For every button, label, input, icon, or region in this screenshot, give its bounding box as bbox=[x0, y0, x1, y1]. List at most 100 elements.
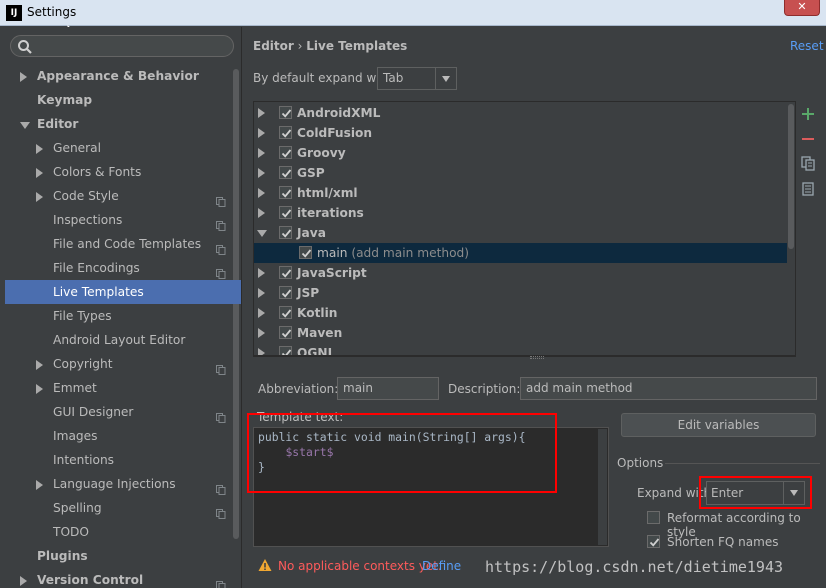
sidebar-item[interactable]: Code Style bbox=[5, 184, 241, 208]
sidebar-item[interactable]: Images bbox=[5, 424, 241, 448]
sidebar-item[interactable]: Appearance & Behavior bbox=[5, 64, 241, 88]
sidebar-item[interactable]: TODO bbox=[5, 520, 241, 544]
expand-arrow-right-icon[interactable] bbox=[36, 360, 43, 370]
default-expand-dropdown-button[interactable] bbox=[435, 68, 456, 89]
sidebar-item[interactable]: Spelling bbox=[5, 496, 241, 520]
expand-arrow-down-icon[interactable] bbox=[20, 122, 30, 129]
sidebar-item[interactable]: Keymap bbox=[5, 88, 241, 112]
template-checkbox[interactable] bbox=[279, 286, 292, 299]
template-group[interactable]: JavaScript bbox=[254, 263, 795, 283]
expand-arrow-right-icon[interactable] bbox=[258, 188, 265, 198]
sidebar-item[interactable]: Emmet bbox=[5, 376, 241, 400]
template-checkbox[interactable] bbox=[279, 266, 292, 279]
sidebar-item[interactable]: Language Injections bbox=[5, 472, 241, 496]
sidebar-item[interactable]: Editor bbox=[5, 112, 241, 136]
sidebar-item[interactable]: Live Templates bbox=[5, 280, 241, 304]
sidebar-item[interactable]: GUI Designer bbox=[5, 400, 241, 424]
expand-arrow-right-icon[interactable] bbox=[258, 328, 265, 338]
expand-arrow-right-icon[interactable] bbox=[36, 384, 43, 394]
template-checkbox[interactable] bbox=[279, 146, 292, 159]
restore-icon[interactable] bbox=[800, 181, 816, 197]
template-checkbox[interactable] bbox=[279, 106, 292, 119]
template-checkbox[interactable] bbox=[279, 186, 292, 199]
sidebar-item[interactable]: Version Control bbox=[5, 568, 241, 588]
splitter-grip-icon[interactable] bbox=[530, 356, 544, 359]
template-group[interactable]: GSP bbox=[254, 163, 795, 183]
sidebar-item[interactable]: Inspections bbox=[5, 208, 241, 232]
sidebar-item-label: Android Layout Editor bbox=[53, 333, 186, 347]
sidebar-item-label: File Types bbox=[53, 309, 112, 323]
expand-arrow-right-icon[interactable] bbox=[258, 208, 265, 218]
template-group[interactable]: Maven bbox=[254, 323, 795, 343]
template-name: ColdFusion bbox=[297, 123, 372, 143]
template-checkbox[interactable] bbox=[279, 226, 292, 239]
template-item[interactable]: main (add main method) bbox=[254, 243, 795, 263]
close-button[interactable]: ✕ bbox=[784, 0, 820, 16]
description-field[interactable]: add main method bbox=[520, 377, 817, 400]
template-group[interactable]: JSP bbox=[254, 283, 795, 303]
template-checkbox[interactable] bbox=[279, 206, 292, 219]
default-expand-select[interactable]: Tab bbox=[377, 67, 457, 90]
expand-arrow-right-icon[interactable] bbox=[258, 168, 265, 178]
sidebar-item[interactable]: Colors & Fonts bbox=[5, 160, 241, 184]
sidebar-item[interactable]: Android Layout Editor bbox=[5, 328, 241, 352]
expand-with-select[interactable]: Enter bbox=[706, 481, 805, 505]
expand-arrow-down-icon[interactable] bbox=[257, 230, 267, 237]
reset-link[interactable]: Reset bbox=[790, 39, 824, 53]
expand-arrow-right-icon[interactable] bbox=[258, 268, 265, 278]
template-group[interactable]: iterations bbox=[254, 203, 795, 223]
project-scope-icon bbox=[216, 575, 226, 588]
expand-arrow-right-icon[interactable] bbox=[258, 128, 265, 138]
template-checkbox[interactable] bbox=[279, 306, 292, 319]
expand-arrow-right-icon[interactable] bbox=[36, 144, 43, 154]
sidebar-item[interactable]: General bbox=[5, 136, 241, 160]
add-icon[interactable] bbox=[800, 106, 816, 122]
template-list-scrollbar-thumb[interactable] bbox=[788, 104, 794, 249]
template-name-text: Kotlin bbox=[297, 306, 338, 320]
breadcrumb-separator: › bbox=[297, 39, 303, 53]
shorten-fq-checkbox[interactable] bbox=[647, 535, 660, 548]
expand-arrow-right-icon[interactable] bbox=[36, 192, 43, 202]
template-group[interactable]: Java bbox=[254, 223, 795, 243]
sidebar-item[interactable]: File Encodings bbox=[5, 256, 241, 280]
template-group[interactable]: OGNL bbox=[254, 343, 795, 355]
code-line-1: public static void main(String[] args){ bbox=[258, 430, 526, 444]
remove-icon[interactable] bbox=[800, 131, 816, 147]
expand-arrow-right-icon[interactable] bbox=[20, 72, 27, 82]
copy-icon[interactable] bbox=[800, 155, 816, 171]
expand-arrow-right-icon[interactable] bbox=[258, 108, 265, 118]
template-group[interactable]: html/xml bbox=[254, 183, 795, 203]
sidebar-item[interactable]: File and Code Templates bbox=[5, 232, 241, 256]
sidebar-item-label: Live Templates bbox=[53, 285, 144, 299]
expand-arrow-right-icon[interactable] bbox=[36, 480, 43, 490]
template-group[interactable]: Kotlin bbox=[254, 303, 795, 323]
search-input[interactable] bbox=[10, 35, 234, 57]
edit-variables-button[interactable]: Edit variables bbox=[621, 413, 816, 437]
template-group[interactable]: AndroidXML bbox=[254, 103, 795, 123]
sidebar-item[interactable]: File Types bbox=[5, 304, 241, 328]
template-text-editor[interactable]: public static void main(String[] args){ … bbox=[253, 427, 609, 547]
expand-arrow-right-icon[interactable] bbox=[36, 168, 43, 178]
reformat-checkbox[interactable] bbox=[647, 511, 660, 524]
expand-with-dropdown-button[interactable] bbox=[783, 482, 804, 504]
abbreviation-field[interactable]: main bbox=[337, 377, 439, 400]
sidebar-item[interactable]: Plugins bbox=[5, 544, 241, 568]
expand-arrow-right-icon[interactable] bbox=[258, 288, 265, 298]
template-checkbox[interactable] bbox=[279, 326, 292, 339]
template-checkbox[interactable] bbox=[279, 346, 292, 355]
template-checkbox[interactable] bbox=[299, 246, 312, 259]
expand-arrow-right-icon[interactable] bbox=[258, 348, 265, 355]
expand-arrow-right-icon[interactable] bbox=[258, 148, 265, 158]
sidebar-item[interactable]: Copyright bbox=[5, 352, 241, 376]
template-group[interactable]: Groovy bbox=[254, 143, 795, 163]
title-bar: IJ Settings ✕ bbox=[0, 0, 826, 26]
sidebar-item[interactable]: Intentions bbox=[5, 448, 241, 472]
template-group[interactable]: ColdFusion bbox=[254, 123, 795, 143]
template-checkbox[interactable] bbox=[279, 126, 292, 139]
splitter[interactable] bbox=[253, 356, 796, 363]
expand-arrow-right-icon[interactable] bbox=[258, 308, 265, 318]
template-checkbox[interactable] bbox=[279, 166, 292, 179]
expand-arrow-right-icon[interactable] bbox=[20, 576, 27, 586]
define-context-link[interactable]: Define bbox=[422, 559, 461, 573]
editor-scrollbar[interactable] bbox=[598, 429, 607, 545]
